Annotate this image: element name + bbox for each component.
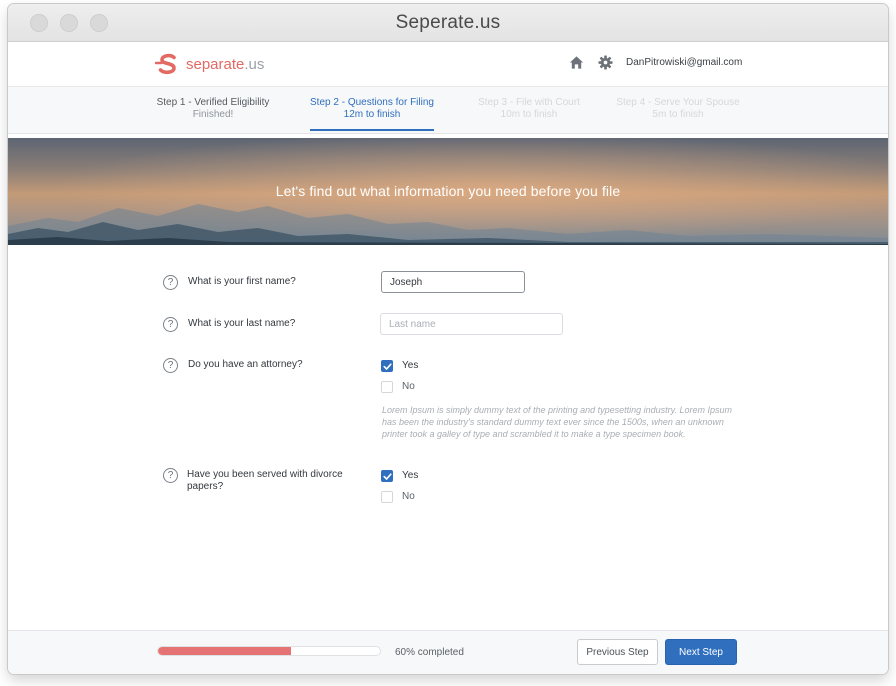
user-email[interactable]: DanPitrowiski@gmail.com (626, 57, 742, 68)
app-window: Seperate.us separate.us DanPitrowiski@gm… (8, 4, 888, 674)
served-no-label[interactable]: No (402, 491, 415, 502)
progress-bar-fill (158, 647, 292, 655)
logo-s-icon (155, 53, 176, 75)
site-header: separate.us DanPitrowiski@gmail.com (8, 42, 888, 87)
checkmark-icon (383, 363, 392, 370)
served-yes-checkbox[interactable] (381, 470, 393, 482)
logo-tld: .us (244, 55, 265, 73)
step-title: Step 3 - File with Court (478, 97, 580, 108)
brand-logo[interactable]: separate.us (155, 52, 264, 76)
gear-icon[interactable] (598, 55, 613, 70)
logo-wordmark: separate.us (186, 56, 264, 73)
help-icon[interactable]: ? (163, 275, 178, 290)
hero-headline: Let's find out what information you need… (275, 183, 621, 199)
served-no-checkbox[interactable] (381, 491, 393, 503)
attorney-yes-label[interactable]: Yes (402, 360, 418, 371)
window-title: Seperate.us (395, 12, 501, 33)
step-title: Step 2 - Questions for Filing (310, 97, 434, 108)
logo-name: separate (186, 55, 245, 73)
hero-banner: Let's find out what information you need… (8, 138, 888, 245)
checkmark-icon (383, 473, 392, 480)
previous-step-button[interactable]: Previous Step (577, 639, 658, 665)
step-subtitle: Finished! (192, 109, 234, 120)
attorney-help-note: Lorem Ipsum is simply dummy text of the … (382, 405, 732, 439)
help-icon[interactable]: ? (163, 468, 178, 483)
progress-bar (157, 646, 381, 656)
attorney-yes-checkbox[interactable] (381, 360, 393, 372)
step-3[interactable]: Step 3 - File with Court 10m to finish (470, 97, 588, 120)
attorney-label: Do you have an attorney? (188, 359, 303, 370)
step-1[interactable]: Step 1 - Verified Eligibility Finished! (150, 97, 276, 120)
last-name-label: What is your last name? (188, 318, 296, 329)
help-icon[interactable]: ? (163, 317, 178, 332)
active-step-indicator (310, 129, 434, 131)
last-name-input[interactable] (380, 313, 563, 335)
title-bar: Seperate.us (8, 4, 888, 42)
step-title: Step 4 - Serve Your Spouse (616, 97, 740, 108)
attorney-no-checkbox[interactable] (381, 381, 393, 393)
next-step-button[interactable]: Next Step (665, 639, 737, 665)
first-name-input[interactable] (381, 271, 525, 293)
step-subtitle: 5m to finish (652, 109, 704, 120)
footer-bar: 60% completed Previous Step Next Step (8, 630, 888, 674)
served-yes-label[interactable]: Yes (402, 470, 418, 481)
served-label: Have you been served with divorce papers… (187, 469, 343, 492)
attorney-no-label[interactable]: No (402, 381, 415, 392)
step-progress-nav: Step 1 - Verified Eligibility Finished! … (8, 87, 888, 134)
step-4[interactable]: Step 4 - Serve Your Spouse 5m to finish (611, 97, 745, 120)
help-icon[interactable]: ? (163, 358, 178, 373)
first-name-label: What is your first name? (188, 276, 296, 287)
step-subtitle: 10m to finish (500, 109, 558, 120)
home-icon[interactable] (569, 55, 584, 70)
progress-label: 60% completed (395, 647, 464, 658)
step-2[interactable]: Step 2 - Questions for Filing 12m to fin… (308, 97, 436, 120)
step-title: Step 1 - Verified Eligibility (156, 97, 270, 108)
step-subtitle: 12m to finish (343, 109, 401, 120)
